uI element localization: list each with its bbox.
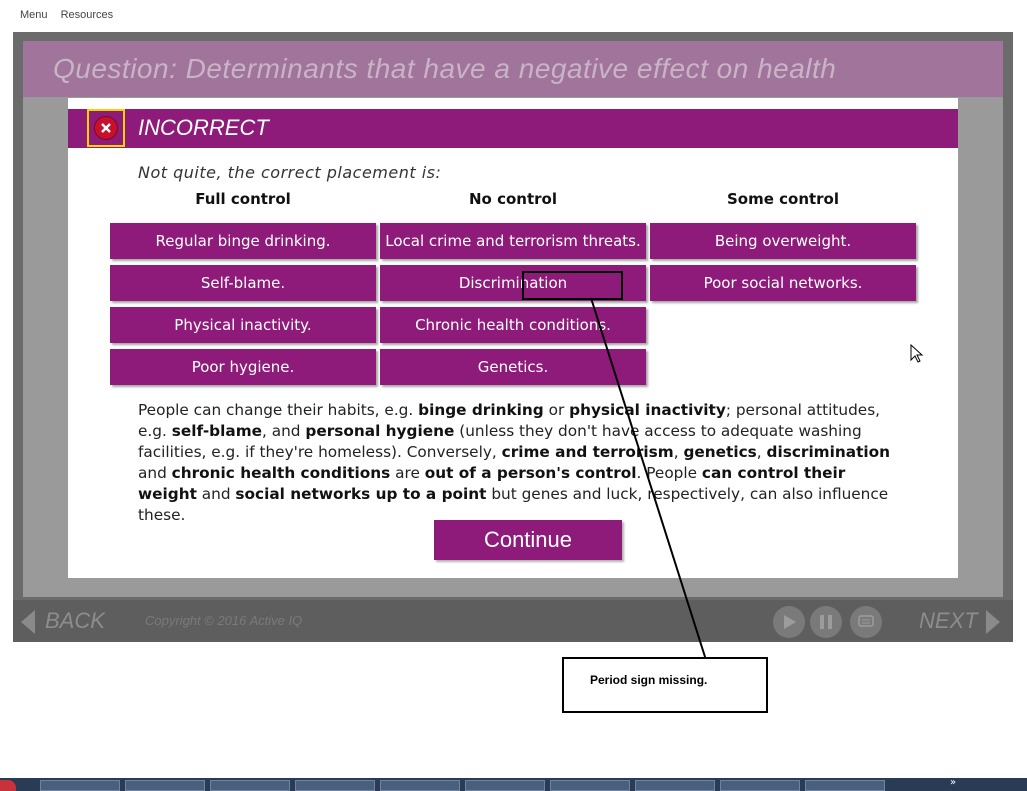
back-arrow-icon (21, 610, 35, 635)
taskbar-item[interactable] (210, 780, 290, 791)
next-label: NEXT (919, 608, 978, 633)
player-controls-bar: BACK Copyright © 2016 Active IQ NEXT (13, 600, 1013, 642)
transcript-button[interactable] (850, 606, 882, 638)
mouse-cursor-icon (910, 344, 924, 363)
taskbar-item[interactable] (465, 780, 545, 791)
taskbar-item[interactable] (720, 780, 800, 791)
back-label: BACK (45, 608, 105, 633)
transcript-icon (858, 615, 874, 627)
next-button[interactable]: NEXT (919, 608, 1000, 635)
answer-tile: Chronic health conditions. (380, 307, 646, 343)
column-header-no-control: No control (469, 190, 557, 208)
annotation-highlight-box (522, 271, 623, 300)
taskbar-item[interactable] (635, 780, 715, 791)
feedback-explanation: People can change their habits, e.g. bin… (138, 401, 891, 524)
question-title: Question: Determinants that have a negat… (53, 53, 837, 84)
next-arrow-icon (985, 610, 1000, 635)
column-header-full-control: Full control (195, 190, 291, 208)
pause-icon (820, 615, 832, 629)
annotation-note: Period sign missing. (562, 657, 768, 713)
incorrect-icon (94, 116, 118, 140)
taskbar-item[interactable] (550, 780, 630, 791)
feedback-dialog: INCORRECT Not quite, the correct placeme… (68, 98, 958, 578)
answer-tile: Being overweight. (650, 223, 916, 259)
question-bar: Question: Determinants that have a negat… (23, 41, 1003, 97)
menu-link[interactable]: Menu (20, 9, 48, 21)
play-button[interactable] (773, 606, 805, 638)
resources-link[interactable]: Resources (61, 9, 114, 21)
answer-tile: Self-blame. (110, 265, 376, 301)
taskbar-item[interactable] (295, 780, 375, 791)
answer-tile: Poor social networks. (650, 265, 916, 301)
taskbar-item[interactable] (40, 780, 120, 791)
feedback-header: INCORRECT (68, 109, 958, 148)
os-taskbar: » (0, 777, 1027, 791)
column-header-some-control: Some control (726, 190, 840, 208)
feedback-status: INCORRECT (138, 115, 269, 140)
top-nav: Menu Resources (20, 9, 123, 21)
answer-tile: Genetics. (380, 349, 646, 385)
start-button[interactable] (0, 780, 16, 791)
answer-tile: Local crime and terrorism threats. (380, 223, 646, 259)
annotation-note-text: Period sign missing. (590, 673, 708, 687)
play-icon (784, 615, 796, 629)
answer-tile: Poor hygiene. (110, 349, 376, 385)
pause-button[interactable] (810, 606, 842, 638)
answer-tile: Physical inactivity. (110, 307, 376, 343)
back-button[interactable]: BACK (21, 608, 105, 635)
taskbar-item[interactable] (805, 780, 885, 791)
taskbar-item[interactable] (380, 780, 460, 791)
answer-tile: Regular binge drinking. (110, 223, 376, 259)
taskbar-overflow-icon[interactable]: » (950, 777, 956, 788)
copyright-text: Copyright © 2016 Active IQ (145, 613, 303, 628)
taskbar-item[interactable] (125, 780, 205, 791)
feedback-subtitle: Not quite, the correct placement is: (138, 163, 442, 182)
incorrect-icon-frame (87, 109, 125, 147)
continue-button[interactable]: Continue (434, 520, 622, 560)
